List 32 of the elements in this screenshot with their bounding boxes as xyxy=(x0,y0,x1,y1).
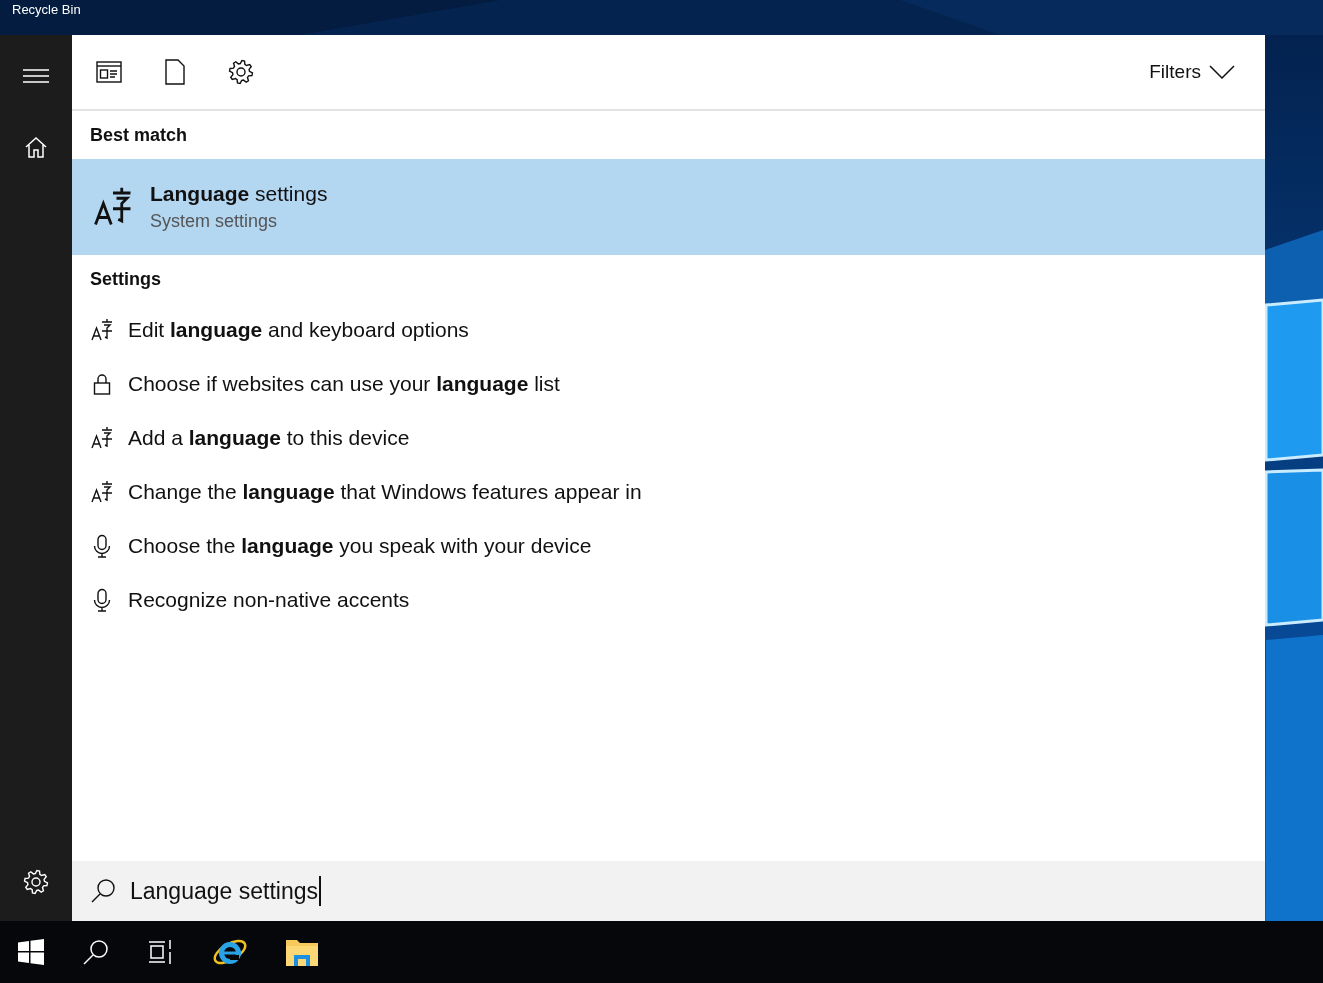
task-view-button[interactable] xyxy=(148,939,174,965)
start-button[interactable] xyxy=(18,939,44,965)
settings-result[interactable]: Edit language and keyboard options xyxy=(72,303,1265,357)
windows-logo-icon xyxy=(18,939,44,965)
settings-icon xyxy=(23,869,49,895)
settings-result[interactable]: Add a language to this device xyxy=(72,411,1265,465)
filters-dropdown[interactable]: Filters xyxy=(1143,56,1241,88)
task-view-icon xyxy=(148,939,174,965)
folder-icon xyxy=(286,938,318,966)
language-icon xyxy=(90,480,114,504)
settings-result[interactable]: Choose if websites can use your language list xyxy=(72,357,1265,411)
chevron-down-icon xyxy=(1209,65,1235,79)
menu-icon xyxy=(23,69,49,83)
best-match-item[interactable]: Language settings System settings xyxy=(72,159,1265,255)
language-icon xyxy=(90,426,114,450)
settings-result[interactable]: Recognize non-native accents xyxy=(72,573,1265,627)
section-heading: Best match xyxy=(89,124,189,147)
settings-result[interactable]: Change the language that Windows features appear in xyxy=(72,465,1265,519)
language-icon xyxy=(92,186,134,228)
language-icon xyxy=(90,318,114,342)
search-field[interactable]: Language settings xyxy=(72,861,1265,921)
window-icon xyxy=(96,61,122,83)
search-query: Language settings xyxy=(130,876,321,906)
home-icon xyxy=(24,135,48,159)
settings-icon xyxy=(228,59,254,85)
document-icon xyxy=(164,59,186,85)
search-button[interactable] xyxy=(82,938,110,966)
settings-result[interactable]: Choose the language you speak with your device xyxy=(72,519,1265,573)
search-icon xyxy=(82,938,110,966)
file-explorer-button[interactable] xyxy=(286,938,318,966)
section-heading: Settings xyxy=(89,268,162,291)
search-icon xyxy=(90,878,116,904)
